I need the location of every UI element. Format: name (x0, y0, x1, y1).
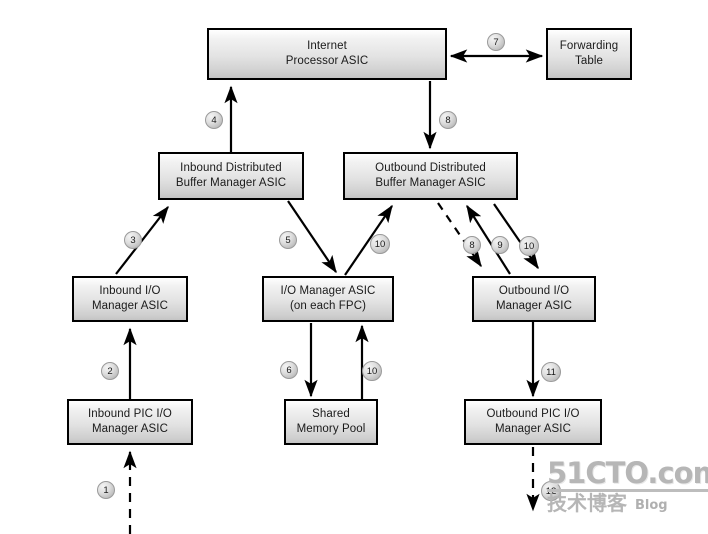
node-label-inbound_io: Inbound I/O Manager ASIC (92, 285, 168, 312)
node-label-outbound_io: Outbound I/O Manager ASIC (496, 285, 572, 312)
node-label-inbound_pic_io: Inbound PIC I/O Manager ASIC (88, 408, 172, 435)
step-badge-io-manager-to-outbound-dbm: 10 (370, 234, 390, 254)
node-label-internet_processor: Internet Processor ASIC (285, 40, 369, 67)
watermark-subrow: 技术博客 Blog (547, 493, 708, 514)
step-badge-outbound-dbm-notification: 8 (463, 236, 481, 254)
connector-step-8-notification (437, 202, 482, 268)
node-label-outbound_pic_io: Outbound PIC I/O Manager ASIC (486, 408, 580, 435)
step-badge-packet-in-from-wire: 1 (97, 481, 115, 499)
connector-layer (115, 49, 544, 534)
step-badge-internet-processor-to-outbound-dbm: 8 (439, 111, 457, 129)
node-inbound_dbm: Inbound Distributed Buffer Manager ASIC (158, 152, 304, 200)
node-inbound_pic_io: Inbound PIC I/O Manager ASIC (67, 399, 193, 445)
node-inbound_io: Inbound I/O Manager ASIC (72, 276, 188, 322)
node-outbound_pic_io: Outbound PIC I/O Manager ASIC (464, 399, 602, 445)
step-badge-inbound-dbm-to-internet-processor: 4 (205, 111, 223, 129)
node-label-outbound_dbm: Outbound Distributed Buffer Manager ASIC (375, 162, 486, 189)
step-badge-outbound-io-to-outbound-pic: 11 (541, 362, 561, 382)
node-label-inbound_dbm: Inbound Distributed Buffer Manager ASIC (175, 162, 287, 189)
watermark: 51CTO.com 技术博客 Blog (547, 458, 708, 514)
step-badge-shared-memory-to-io-manager: 10 (362, 361, 382, 381)
watermark-blog: Blog (635, 498, 668, 513)
node-internet_processor: Internet Processor ASIC (207, 28, 447, 80)
step-badge-outbound-io-request: 9 (491, 236, 509, 254)
node-outbound_io: Outbound I/O Manager ASIC (472, 276, 596, 322)
diagram-canvas: Internet Processor ASIC Forwarding Table I… (0, 0, 708, 534)
step-badge-inbound-dbm-to-io-manager: 5 (279, 231, 297, 249)
step-badge-internet-processor-to-forwarding-table: 7 (487, 33, 505, 51)
node-forwarding_table: Forwarding Table (546, 28, 632, 80)
step-badge-io-manager-to-shared-memory: 6 (280, 361, 298, 379)
node-outbound_dbm: Outbound Distributed Buffer Manager ASIC (343, 152, 518, 200)
node-label-forwarding_table: Forwarding Table (559, 40, 619, 67)
node-label-io_manager_fpc: I/O Manager ASIC (on each FPC) (280, 285, 376, 312)
step-badge-inbound-pic-to-inbound-io: 2 (101, 362, 119, 380)
watermark-chinese: 技术博客 (547, 491, 627, 515)
node-io_manager_fpc: I/O Manager ASIC (on each FPC) (262, 276, 394, 322)
node-label-shared_memory_pool: Shared Memory Pool (296, 408, 366, 435)
watermark-brand: 51CTO.com (547, 456, 708, 490)
step-badge-inbound-io-to-inbound-dbm: 3 (124, 231, 142, 249)
node-shared_memory_pool: Shared Memory Pool (284, 399, 378, 445)
step-badge-outbound-dbm-to-outbound-io: 10 (519, 236, 539, 256)
